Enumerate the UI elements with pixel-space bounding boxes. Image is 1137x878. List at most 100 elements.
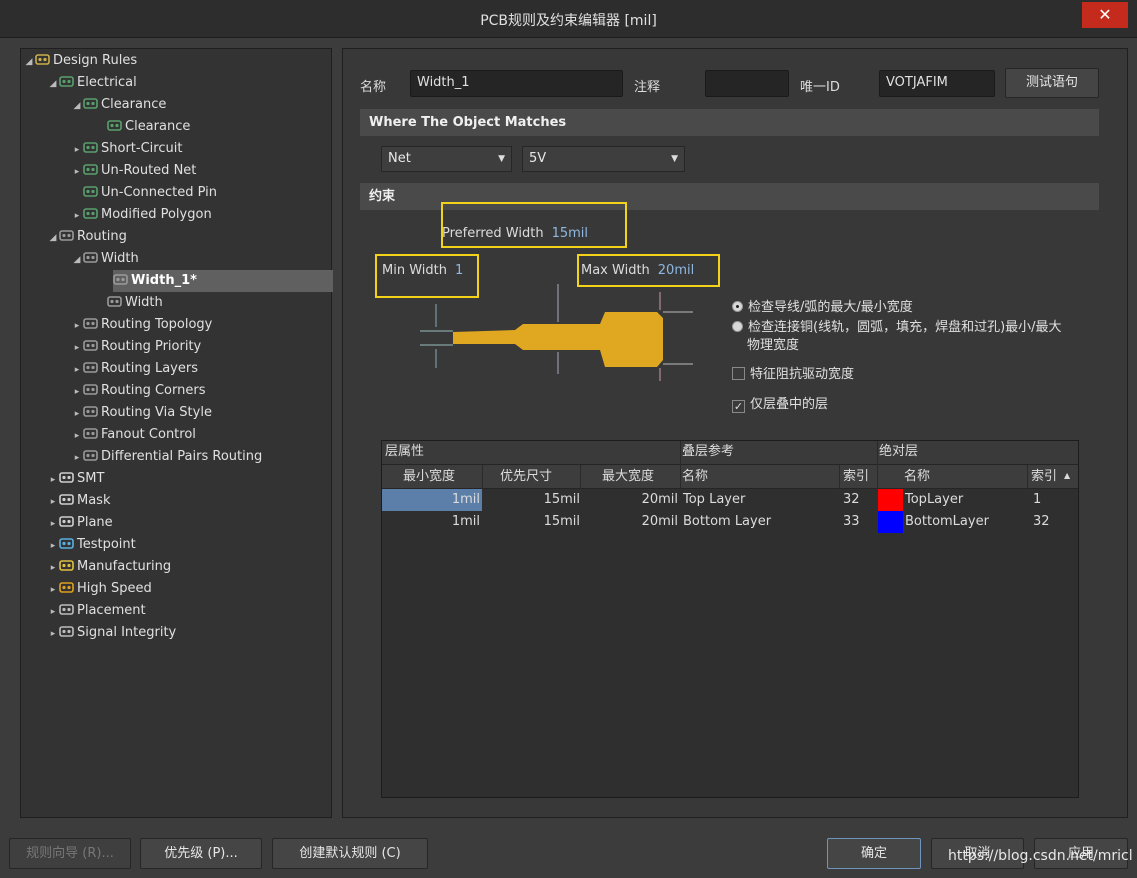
layer-stack-only-label: 仅层叠中的层 [750,397,829,412]
expanded-arrow-icon[interactable]: ◢ [71,95,83,117]
create-default-rules-button[interactable]: 创建默认规则 (C) [272,838,428,869]
tree-item[interactable]: ▸ Short-Circuit [71,138,183,161]
max-width-cell[interactable]: 20mil [580,511,678,533]
tree-item[interactable]: Width [95,292,163,314]
ok-button[interactable]: 确定 [827,838,921,869]
collapsed-arrow-icon[interactable]: ▸ [71,161,83,183]
layer-width-grid[interactable]: 层属性 叠层参考 绝对层 最小宽度 优先尺寸 最大宽度 名称 索引 名称 索引 … [381,440,1079,798]
tree-item[interactable]: Un-Connected Pin [71,182,217,204]
close-button[interactable]: ✕ [1082,2,1128,28]
expanded-arrow-icon[interactable]: ◢ [47,73,59,95]
priority-button[interactable]: 优先级 (P)... [140,838,262,869]
max-width-cell[interactable]: 20mil [580,489,678,511]
collapsed-arrow-icon[interactable]: ▸ [71,139,83,161]
check-track-width-radio[interactable]: 检查导线/弧的最大/最小宽度 [732,296,913,315]
tree-item[interactable]: ◢ Electrical [47,72,137,94]
collapsed-arrow-icon[interactable]: ▸ [71,337,83,359]
tree-item[interactable]: ◢ Clearance [71,94,167,117]
radio-selected-icon [732,301,743,312]
tree-item[interactable]: ▸ Routing Corners [71,380,206,403]
test-query-button[interactable]: 测试语句 [1005,68,1099,98]
col-abs-index[interactable]: 索引 [1031,466,1057,488]
name-input[interactable]: Width_1 [410,70,623,97]
expanded-arrow-icon[interactable]: ◢ [23,51,35,73]
routing-layers-icon [83,360,99,374]
unique-id-input[interactable]: VOTJAFIM [879,70,995,97]
tree-item[interactable]: ▸ Routing Priority [71,336,202,359]
tree-item[interactable]: ▸ Un-Routed Net [71,160,197,183]
col-min-width[interactable]: 最小宽度 [403,466,455,488]
tree-item[interactable]: ▸ Routing Via Style [71,402,212,424]
layer-stack-only-checkbox[interactable]: ✓ 仅层叠中的层 [732,393,828,413]
min-width-value: 1 [454,263,464,278]
collapsed-arrow-icon[interactable]: ▸ [71,447,83,469]
collapsed-arrow-icon[interactable]: ▸ [47,535,59,557]
tree-item[interactable]: ▸ Routing Layers [71,358,198,380]
collapsed-arrow-icon[interactable]: ▸ [71,381,83,403]
collapsed-arrow-icon[interactable]: ▸ [47,601,59,623]
placement-icon [59,602,75,616]
preferred-width-cell[interactable]: 15mil [482,511,580,533]
expanded-arrow-icon[interactable]: ◢ [47,227,59,249]
collapsed-arrow-icon[interactable]: ▸ [47,491,59,513]
tree-item[interactable]: ◢ Width [71,248,139,270]
tree-item[interactable]: ▸ Modified Polygon [71,204,212,226]
tree-item[interactable]: ▸ Differential Pairs Routing [71,446,262,468]
routing-corners-icon [83,382,99,396]
tree-item[interactable]: ◢ Routing [47,226,127,248]
abs-index-cell: 1 [1033,492,1042,507]
max-width-field[interactable]: Max Width 20mil [581,263,694,278]
tree-item-label: Testpoint [77,537,136,552]
collapsed-arrow-icon[interactable]: ▸ [71,315,83,337]
expanded-arrow-icon[interactable]: ◢ [71,249,83,271]
collapsed-arrow-icon[interactable]: ▸ [47,623,59,645]
col-stack-name[interactable]: 名称 [682,466,708,488]
width-icon [83,250,99,264]
grid-column-header: 最小宽度 优先尺寸 最大宽度 名称 索引 名称 索引 ▲ [382,465,1078,489]
tree-item[interactable]: ◢ Design Rules [23,50,138,73]
collapsed-arrow-icon[interactable]: ▸ [71,425,83,447]
min-width-cell[interactable]: 1mil [382,511,480,533]
collapsed-arrow-icon[interactable]: ▸ [71,359,83,381]
collapsed-arrow-icon[interactable]: ▸ [71,205,83,227]
short-circuit-icon [83,140,99,154]
tree-item[interactable]: ▸ SMT [47,468,105,491]
table-row[interactable]: 1mil 15mil 20mil Top Layer 32 TopLayer 1 [382,489,1078,511]
tree-item[interactable]: Width_1* [113,270,333,292]
match-net-select[interactable]: 5V ▼ [522,146,685,172]
tree-item[interactable]: ▸ Manufacturing [47,556,171,578]
tree-item[interactable]: ▸ Fanout Control [71,424,196,446]
tree-item[interactable]: ▸ Routing Topology [71,314,213,337]
min-width-field[interactable]: Min Width 1 [382,263,463,278]
tree-item[interactable]: ▸ Testpoint [47,534,136,556]
col-max-width[interactable]: 最大宽度 [602,466,654,488]
col-stack-index[interactable]: 索引 [843,466,869,488]
collapsed-arrow-icon[interactable]: ▸ [71,403,83,425]
tree-item[interactable]: ▸ Mask [47,490,111,513]
tree-item-label: Routing Priority [101,339,202,354]
tree-item[interactable]: ▸ Placement [47,600,146,622]
min-width-cell[interactable]: 1mil [382,489,480,511]
tree-item[interactable]: ▸ Signal Integrity [47,622,177,645]
col-abs-name[interactable]: 名称 [904,466,930,488]
smt-icon [59,470,75,484]
comment-input[interactable] [705,70,789,97]
table-row[interactable]: 1mil 15mil 20mil Bottom Layer 33 BottomLayer 3… [382,511,1078,533]
preferred-width-field[interactable]: Preferred Width 15mil [442,226,588,241]
collapsed-arrow-icon[interactable]: ▸ [47,513,59,535]
col-preferred[interactable]: 优先尺寸 [500,466,552,488]
collapsed-arrow-icon[interactable]: ▸ [47,469,59,491]
tree-item-label: Electrical [77,75,137,90]
tree-item[interactable]: ▸ Plane [47,512,113,534]
rule-wizard-button[interactable]: 规则向导 (R)... [9,838,131,869]
preferred-width-cell[interactable]: 15mil [482,489,580,511]
match-type-select[interactable]: Net ▼ [381,146,512,172]
check-copper-width-radio[interactable]: 检查连接铜(线轨，圆弧，填充，焊盘和过孔)最小/最大 物理宽度 [732,319,1062,355]
collapsed-arrow-icon[interactable]: ▸ [47,557,59,579]
impedance-driven-checkbox[interactable]: 特征阻抗驱动宽度 [732,363,854,382]
preferred-width-label: Preferred Width [442,226,544,241]
name-label: 名称 [360,80,387,95]
collapsed-arrow-icon[interactable]: ▸ [47,579,59,601]
tree-item[interactable]: ▸ High Speed [47,578,152,600]
tree-item[interactable]: Clearance [95,116,190,138]
